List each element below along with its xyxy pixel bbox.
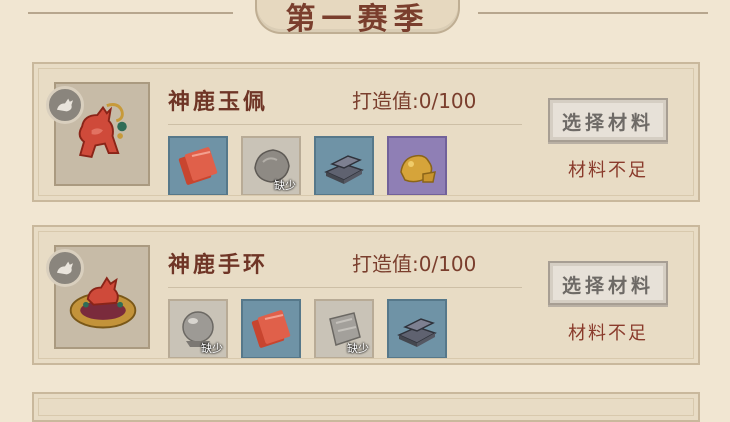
card-divider xyxy=(168,124,522,125)
material-slot[interactable] xyxy=(241,299,301,359)
lack-label: 缺少 xyxy=(274,179,296,192)
craft-card-jade-pendant: 神鹿玉佩 打造值:0/100 缺少 选择材料 材料不足 xyxy=(32,62,700,202)
lack-label: 缺少 xyxy=(201,342,223,355)
select-material-label: 选择材料 xyxy=(561,112,654,134)
deer-badge-icon xyxy=(46,249,84,287)
forge-value: 打造值:0/100 xyxy=(352,89,477,113)
deer-badge-icon xyxy=(46,86,84,124)
forge-value: 打造值:0/100 xyxy=(352,252,477,276)
red-cloth-bolt-icon xyxy=(178,147,218,185)
iron-ingot-icon xyxy=(324,155,364,184)
select-material-button[interactable]: 选择材料 xyxy=(548,98,668,142)
material-slot[interactable] xyxy=(387,299,447,359)
insufficient-status: 材料不足 xyxy=(568,323,648,344)
item-name: 神鹿手环 xyxy=(168,253,269,278)
lack-label: 缺少 xyxy=(347,342,369,355)
header-divider-left xyxy=(28,12,233,14)
craft-card-bracelet: 神鹿手环 打造值:0/100 缺少 缺少 选择材料 材料不足 xyxy=(32,225,700,365)
red-cloth-bolt-icon xyxy=(251,310,291,348)
material-slots: 缺少 xyxy=(168,136,528,196)
gold-ore-icon xyxy=(400,154,436,183)
insufficient-status: 材料不足 xyxy=(568,160,648,181)
iron-ingot-icon xyxy=(397,318,437,347)
header-divider-right xyxy=(478,12,708,14)
card-divider xyxy=(168,287,522,288)
material-slot[interactable] xyxy=(168,136,228,196)
material-slots: 缺少 缺少 xyxy=(168,299,528,359)
material-slot[interactable]: 缺少 xyxy=(168,299,228,359)
item-name: 神鹿玉佩 xyxy=(168,90,269,115)
select-material-label: 选择材料 xyxy=(561,275,654,297)
material-slot[interactable]: 缺少 xyxy=(314,299,374,359)
material-slot[interactable]: 缺少 xyxy=(241,136,301,196)
material-slot[interactable] xyxy=(387,136,447,196)
material-slot[interactable] xyxy=(314,136,374,196)
season-header: 第一赛季 xyxy=(0,0,730,46)
craft-card-partial xyxy=(32,392,700,422)
select-material-button[interactable]: 选择材料 xyxy=(548,261,668,305)
season-title: 第一赛季 xyxy=(285,2,430,37)
